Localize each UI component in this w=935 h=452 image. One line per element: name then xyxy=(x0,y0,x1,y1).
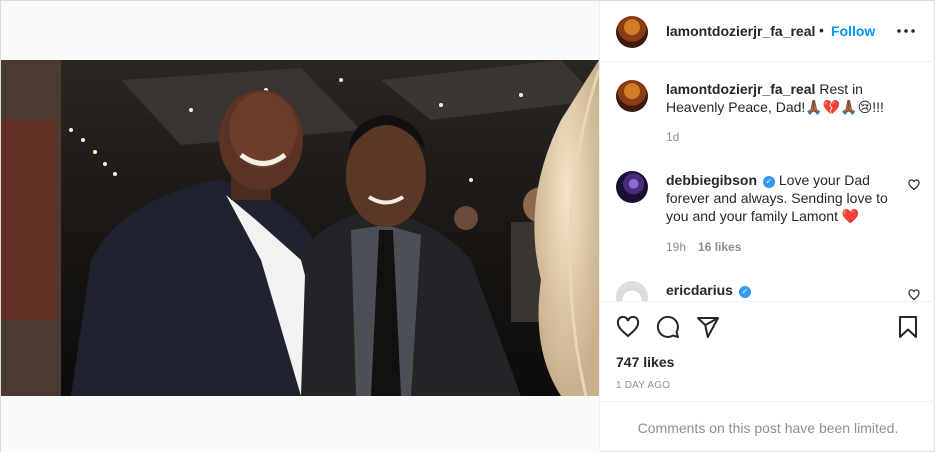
heart-icon[interactable] xyxy=(616,315,640,339)
photo-illustration xyxy=(1,60,599,396)
commenter-avatar[interactable] xyxy=(616,171,648,203)
comments-limited-notice: Comments on this post have been limited. xyxy=(600,401,935,452)
verified-badge-icon: ✓ xyxy=(763,176,775,188)
comment-like-heart-icon[interactable] xyxy=(908,289,920,301)
follow-button[interactable]: Follow xyxy=(831,23,875,39)
post-sidebar: lamontdozierjr_fa_real • Follow lamontdo… xyxy=(599,1,935,452)
instagram-post: lamontdozierjr_fa_real • Follow lamontdo… xyxy=(0,0,935,452)
caption-text-block: lamontdozierjr_fa_real Rest in Heavenly P… xyxy=(666,80,901,116)
caption-item: lamontdozierjr_fa_real Rest in Heavenly P… xyxy=(616,80,926,150)
commenter-username[interactable]: ericdarius xyxy=(666,282,733,298)
comment-text-block: ericdarius ✓ xyxy=(666,281,901,299)
author-avatar[interactable] xyxy=(616,16,648,48)
comments-list[interactable]: lamontdozierjr_fa_real Rest in Heavenly P… xyxy=(600,62,935,301)
bookmark-icon[interactable] xyxy=(896,315,920,339)
author-username[interactable]: lamontdozierjr_fa_real xyxy=(666,23,815,39)
likes-count[interactable]: 747 likes xyxy=(616,354,674,370)
commenter-avatar[interactable] xyxy=(616,281,648,301)
comment-icon[interactable] xyxy=(656,315,680,339)
separator-dot: • xyxy=(819,22,824,38)
comment-likes[interactable]: 16 likes xyxy=(698,240,741,254)
comment-item: ericdarius ✓ xyxy=(616,281,926,301)
comment-time[interactable]: 19h xyxy=(666,240,686,254)
comment-item: debbiegibson ✓ Love your Dad forever and … xyxy=(616,171,926,254)
post-photo[interactable] xyxy=(1,60,599,396)
media-panel xyxy=(1,1,599,452)
verified-badge-icon: ✓ xyxy=(738,286,751,298)
comments-limited-text: Comments on this post have been limited. xyxy=(637,419,899,436)
share-icon[interactable] xyxy=(696,315,720,339)
action-bar xyxy=(600,301,935,351)
caption-username[interactable]: lamontdozierjr_fa_real xyxy=(666,81,815,97)
post-header: lamontdozierjr_fa_real • Follow xyxy=(600,1,935,62)
caption-time[interactable]: 1d xyxy=(666,130,679,144)
post-date[interactable]: 1 DAY AGO xyxy=(616,380,670,391)
commenter-username[interactable]: debbiegibson xyxy=(666,172,757,188)
caption-avatar[interactable] xyxy=(616,80,648,112)
comment-text-block: debbiegibson ✓ Love your Dad forever and … xyxy=(666,171,901,225)
comment-like-heart-icon[interactable] xyxy=(908,179,920,191)
comment-meta: 19h 16 likes xyxy=(666,240,741,254)
caption-meta: 1d xyxy=(666,130,679,144)
more-options-icon[interactable] xyxy=(896,21,916,41)
